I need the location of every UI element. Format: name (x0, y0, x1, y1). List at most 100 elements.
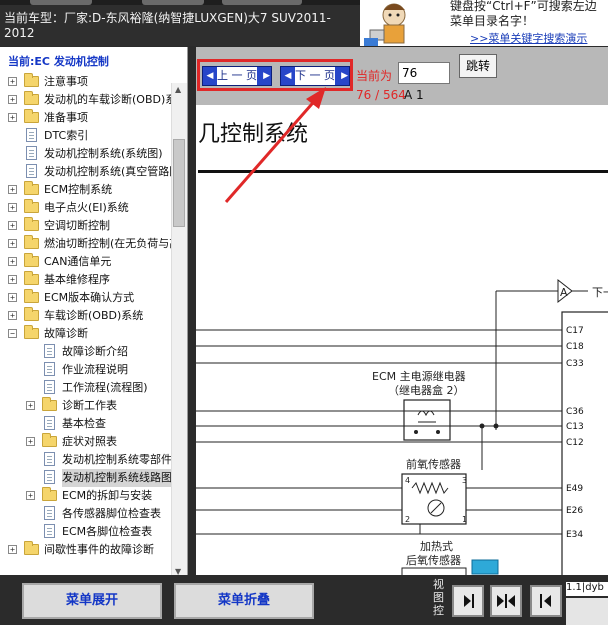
folder-icon (24, 109, 39, 123)
folder-icon (42, 487, 57, 501)
search-tip-box: 键盘按“Ctrl+F”可搜索左边菜单目录名字！ >>菜单关键字搜索演示 (418, 0, 608, 46)
tree-item-label: 发动机控制系统(真空管路图) (44, 165, 185, 178)
folder-icon (24, 181, 39, 195)
tree-page-item[interactable]: 工作流程(流程图) (0, 379, 172, 397)
tree-folder-item[interactable]: + 燃油切断控制(在无负荷与高转速下) (0, 235, 187, 253)
tree-folder-item[interactable]: + 车载诊断(OBD)系统 (0, 307, 172, 325)
scroll-up-icon[interactable]: ▲ (175, 85, 181, 94)
tree-folder-item[interactable]: + 基本维修程序 (0, 271, 172, 289)
pin-label: C12 (566, 438, 584, 448)
folder-icon (24, 217, 39, 231)
connector-a-label: A (560, 286, 568, 299)
jump-button[interactable]: 跳转 (459, 54, 497, 78)
hint-icon (471, 559, 499, 575)
document-icon (26, 128, 37, 142)
expand-toggle-icon[interactable]: + (8, 293, 17, 302)
tree-item-label: 症状对照表 (62, 435, 117, 448)
relay-box (403, 399, 451, 441)
tree-folder-item[interactable]: + 诊断工作表 (0, 397, 172, 415)
tree-item-label: DTC索引 (44, 129, 89, 142)
tree-item-label: 基本检查 (62, 417, 106, 430)
document-icon (44, 380, 55, 394)
expand-toggle-icon[interactable]: + (8, 185, 17, 194)
expand-toggle-icon[interactable]: + (26, 491, 35, 500)
tree-item-label: CAN通信单元 (44, 255, 112, 268)
folder-icon (24, 235, 39, 249)
expand-toggle-icon[interactable]: + (8, 239, 17, 248)
view-split-button[interactable] (490, 585, 522, 617)
expand-toggle-icon[interactable]: + (8, 311, 17, 320)
tree-page-item[interactable]: 发动机控制系统(系统图) (0, 145, 172, 163)
tree-folder-item[interactable]: + CAN通信单元 (0, 253, 172, 271)
tree-page-item[interactable]: 发动机控制系统(真空管路图) (0, 163, 185, 181)
tree-item-label: 准备事项 (44, 111, 88, 124)
tree-page-item[interactable]: 故障诊断介绍 (0, 343, 172, 361)
pin-label: C18 (566, 342, 584, 352)
expand-toggle-icon[interactable]: + (8, 95, 17, 104)
relay-sublabel: （继电器盒 2） (388, 383, 465, 397)
tree-page-item[interactable]: DTC索引 (0, 127, 172, 145)
page-count: 76 / 564 (356, 88, 406, 102)
expand-toggle-icon[interactable]: + (8, 113, 17, 122)
tree-item-label: ECM控制系统 (44, 183, 113, 196)
tree-item-label: 发动机控制系统(系统图) (44, 147, 163, 160)
tree-item-label: 注意事项 (44, 75, 88, 88)
tree-folder-item[interactable]: + 准备事项 (0, 109, 172, 127)
sensor-pin-number: 3 (462, 476, 467, 485)
tree-page-item[interactable]: 基本检查 (0, 415, 172, 433)
pin-label: E49 (566, 484, 583, 494)
tree-page-item[interactable]: 各传感器脚位检查表 (0, 505, 172, 523)
expand-toggle-icon[interactable]: + (26, 401, 35, 410)
search-tip-text: 键盘按“Ctrl+F”可搜索左边菜单目录名字！ (450, 0, 597, 28)
current-page-label: 当前为 (356, 69, 393, 83)
header-bar: 当前车型：厂家:D-东风裕隆(纳智捷LUXGEN)大7 SUV2011-2012 (0, 5, 360, 46)
search-demo-link[interactable]: >>菜单关键字搜索演示 (470, 30, 587, 46)
tree-folder-item[interactable]: + ECM版本确认方式 (0, 289, 172, 307)
rear-o2-sensor-label: 后氧传感器 (406, 553, 461, 567)
tree-folder-item[interactable]: + 电子点火(EI)系统 (0, 199, 172, 217)
tree-page-item[interactable]: 发动机控制系统线路图 (0, 469, 172, 487)
tree-page-item[interactable]: 发动机控制系统零部件位置 (0, 451, 187, 469)
document-icon (44, 362, 55, 376)
document-icon (26, 146, 37, 160)
expand-toggle-icon[interactable]: + (8, 257, 17, 266)
expand-toggle-icon[interactable]: + (8, 77, 17, 86)
o2-sensor-box (401, 473, 467, 525)
view-right-button[interactable] (452, 585, 484, 617)
tree-scroll-thumb[interactable] (173, 139, 185, 227)
view-left-button[interactable] (530, 585, 562, 617)
expand-menu-button[interactable]: 菜单展开 (22, 583, 162, 619)
expand-toggle-icon[interactable]: + (8, 275, 17, 284)
tree-folder-item[interactable]: − 故障诊断 (0, 325, 172, 343)
tree-item-label: 作业流程说明 (62, 363, 128, 376)
pin-label: E34 (566, 530, 583, 540)
tree-folder-item[interactable]: + ECM控制系统 (0, 181, 172, 199)
tree-folder-item[interactable]: + ECM的拆卸与安装 (0, 487, 172, 505)
tree-page-item[interactable]: 作业流程说明 (0, 361, 172, 379)
tree-folder-item[interactable]: + 注意事项 (0, 73, 172, 91)
page-number-input[interactable] (398, 62, 450, 84)
scroll-down-icon[interactable]: ▼ (175, 567, 181, 575)
tree-folder-item[interactable]: + 症状对照表 (0, 433, 172, 451)
expand-toggle-icon[interactable]: + (26, 437, 35, 446)
pin-label: C36 (566, 407, 584, 417)
tree-item-label: 车载诊断(OBD)系统 (44, 309, 144, 322)
sensor-pin-number: 2 (405, 515, 410, 524)
folder-icon (24, 253, 39, 267)
corner-status-text: 1.1|dyb (566, 582, 608, 596)
expand-toggle-icon[interactable]: + (8, 221, 17, 230)
menu-tree: 当前:EC 发动机控制 + 注意事项 + 发动机的车载诊断(OBD)系统 + 准备事项 DT… (0, 47, 188, 575)
collapse-toggle-icon[interactable]: − (8, 329, 17, 338)
tree-folder-item[interactable]: + 空调切断控制 (0, 217, 172, 235)
relay-label: ECM 主电源继电器 (372, 369, 466, 383)
sensor-pin-number: 1 (462, 515, 467, 524)
folder-icon (24, 289, 39, 303)
tree-page-item[interactable]: ECM各脚位检查表 (0, 523, 172, 541)
expand-toggle-icon[interactable]: + (8, 545, 17, 554)
folder-icon (24, 271, 39, 285)
tree-folder-item[interactable]: + 间歇性事件的故障诊断 (0, 541, 172, 559)
view-control-label: 视图控 (433, 578, 444, 617)
tree-folder-item[interactable]: + 发动机的车载诊断(OBD)系统 (0, 91, 187, 109)
expand-toggle-icon[interactable]: + (8, 203, 17, 212)
collapse-menu-button[interactable]: 菜单折叠 (174, 583, 314, 619)
